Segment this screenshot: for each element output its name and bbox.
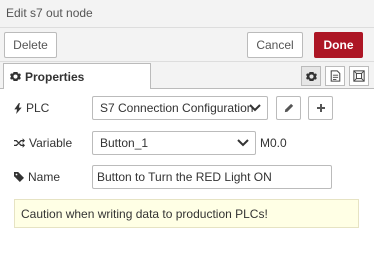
variable-select[interactable]: Button_1 [92, 131, 256, 155]
variable-row-label: Variable [14, 136, 72, 150]
plc-select-value: S7 Connection Configuration [100, 101, 254, 115]
gear-icon [10, 71, 21, 82]
plc-select[interactable]: S7 Connection Configuration [92, 96, 268, 120]
variable-label: Variable [29, 136, 73, 150]
dialog-titlebar: Edit s7 out node [0, 0, 374, 28]
dialog-title: Edit s7 out node [6, 6, 93, 20]
tab-appearance-icon-button[interactable] [349, 66, 369, 86]
dialog-toolbar: Delete Cancel Done [0, 28, 374, 62]
appearance-icon [353, 70, 365, 82]
bolt-icon [14, 102, 22, 114]
tab-settings-icon-button[interactable] [301, 66, 321, 86]
properties-panel: PLC S7 Connection Configuration Variable… [0, 89, 374, 264]
tab-properties-label: Properties [25, 69, 85, 84]
name-label: Name [28, 170, 61, 184]
caution-text: Caution when writing data to production … [21, 206, 268, 221]
description-icon [330, 70, 340, 82]
tab-bar: Properties [0, 62, 374, 90]
delete-button[interactable]: Delete [4, 32, 57, 58]
variable-address: M0.0 [260, 136, 287, 150]
name-row-label: Name [14, 170, 60, 184]
tab-description-icon-button[interactable] [325, 66, 345, 86]
variable-select-value: Button_1 [100, 136, 149, 150]
chevron-down-icon [237, 139, 249, 147]
pencil-icon [284, 103, 293, 113]
tag-icon [14, 172, 24, 182]
edit-plc-button[interactable] [276, 96, 301, 120]
tab-properties[interactable]: Properties [3, 63, 151, 90]
chevron-down-icon [249, 104, 261, 112]
plc-row-label: PLC [14, 101, 49, 115]
add-plc-button[interactable] [308, 96, 333, 120]
shuffle-icon [14, 138, 25, 148]
done-button[interactable]: Done [314, 32, 363, 58]
caution-notice: Caution when writing data to production … [14, 199, 359, 228]
gear-icon [305, 71, 317, 81]
plc-label: PLC [26, 101, 50, 115]
plus-icon [316, 104, 325, 112]
name-input[interactable]: Button to Turn the RED Light ON [92, 165, 332, 189]
cancel-button[interactable]: Cancel [247, 32, 303, 58]
